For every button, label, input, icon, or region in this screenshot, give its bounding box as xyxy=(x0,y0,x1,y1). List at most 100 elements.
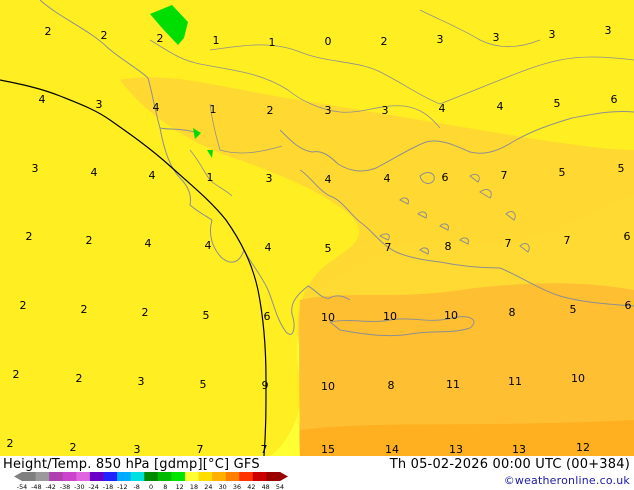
temperature-value: 3 xyxy=(96,98,103,111)
temperature-value: 2 xyxy=(157,32,164,45)
temperature-value: 2 xyxy=(7,437,14,450)
temperature-value: 3 xyxy=(32,162,39,175)
temperature-value: 3 xyxy=(382,104,389,117)
temperature-value: 7 xyxy=(261,443,268,456)
temperature-value: 13 xyxy=(512,443,526,456)
temperature-value: 4 xyxy=(497,100,504,113)
temperature-value: 6 xyxy=(442,171,449,184)
legend-tick-label: -12 xyxy=(117,483,127,490)
legend-swatch xyxy=(198,472,213,481)
legend-tick-label: -8 xyxy=(133,483,139,490)
temperature-value: 8 xyxy=(445,240,452,253)
temperature-value: 3 xyxy=(437,33,444,46)
temperature-value: 5 xyxy=(618,162,625,175)
temperature-value: 2 xyxy=(86,234,93,247)
temperature-value: 6 xyxy=(625,299,632,312)
temperature-value: 11 xyxy=(508,375,522,388)
temperature-value: 5 xyxy=(200,378,207,391)
legend-tick-label: 12 xyxy=(176,483,184,490)
temperature-value: 10 xyxy=(383,310,397,323)
temperature-value: 10 xyxy=(444,309,458,322)
temperature-value: 11 xyxy=(446,378,460,391)
temperature-value: 7 xyxy=(505,237,512,250)
legend-swatch xyxy=(22,472,37,481)
legend-swatch xyxy=(171,472,186,481)
temperature-value: 4 xyxy=(39,93,46,106)
temperature-value: 8 xyxy=(388,379,395,392)
legend-swatch xyxy=(103,472,118,481)
legend-tick-label: 0 xyxy=(149,483,153,490)
temperature-value: 2 xyxy=(26,230,33,243)
temperature-value: 4 xyxy=(384,172,391,185)
temperature-value: 13 xyxy=(449,443,463,456)
temperature-value: 7 xyxy=(564,234,571,247)
temperature-value: 8 xyxy=(509,306,516,319)
temperature-value: 15 xyxy=(321,443,335,456)
temperature-value: 0 xyxy=(325,35,332,48)
legend-swatch xyxy=(157,472,172,481)
temperature-value: 6 xyxy=(624,230,631,243)
legend-swatch xyxy=(266,472,281,481)
temperature-value: 4 xyxy=(153,101,160,114)
legend-swatch xyxy=(239,472,254,481)
temperature-value: 6 xyxy=(611,93,618,106)
valid-time: Th 05-02-2026 00:00 UTC (00+384) xyxy=(389,457,630,472)
legend-tick-label: 18 xyxy=(190,483,198,490)
temperature-value: 12 xyxy=(576,441,590,454)
legend-tick-label: -48 xyxy=(31,483,41,490)
temperature-value: 2 xyxy=(267,104,274,117)
temperature-value: 7 xyxy=(197,443,204,456)
temperature-value: 1 xyxy=(269,36,276,49)
legend-tick-label: -24 xyxy=(88,483,98,490)
temperature-value: 1 xyxy=(207,171,214,184)
legend-tick-label: -42 xyxy=(45,483,55,490)
temperature-value: 3 xyxy=(325,104,332,117)
legend-tick-label: 30 xyxy=(219,483,227,490)
temperature-value: 1 xyxy=(213,34,220,47)
legend-swatch xyxy=(144,472,159,481)
temperature-value: 2 xyxy=(81,303,88,316)
temperature-value: 5 xyxy=(570,303,577,316)
legend-tick-label: -38 xyxy=(60,483,70,490)
temperature-value: 4 xyxy=(325,173,332,186)
temperature-value: 10 xyxy=(321,311,335,324)
legend-tick-label: 8 xyxy=(163,483,167,490)
map-title: Height/Temp. 850 hPa [gdmp][°C] GFS xyxy=(3,457,260,472)
legend-arrow-left xyxy=(14,472,22,481)
legend-swatch xyxy=(252,472,267,481)
temperature-value: 2 xyxy=(381,35,388,48)
temperature-value: 4 xyxy=(149,169,156,182)
temperature-value: 7 xyxy=(385,241,392,254)
legend-tick-label: 42 xyxy=(247,483,255,490)
temperature-value: 1 xyxy=(210,103,217,116)
legend-swatch xyxy=(49,472,64,481)
temperature-value: 2 xyxy=(101,29,108,42)
temperature-value: 2 xyxy=(13,368,20,381)
legend-swatch xyxy=(35,472,50,481)
temperature-value: 10 xyxy=(571,372,585,385)
temperature-value: 7 xyxy=(501,169,508,182)
temperature-value: 5 xyxy=(325,242,332,255)
color-scale-legend: -54 -48 -42 -38 -30 -24 -18 -12 -8 0 8 12 18 24 30 36 42… xyxy=(14,472,288,490)
legend-swatch xyxy=(184,472,200,481)
temperature-value: 2 xyxy=(142,306,149,319)
weather-map-view: 2221102333343412334456344134467552244457… xyxy=(0,0,634,490)
legend-swatch xyxy=(117,472,132,481)
temperature-value: 3 xyxy=(138,375,145,388)
temperature-map: 2 2 2 1 1 0 2 3 3 3 34 3 4 1 2 3 3 4 4 5 63 4 4 1 3 4 4 6 7 5 52 2 4 4 4 5 7… xyxy=(0,0,634,456)
temperature-value: 3 xyxy=(134,443,141,456)
legend-swatch xyxy=(76,472,91,481)
temperature-value: 9 xyxy=(262,379,269,392)
legend-tick-label: 24 xyxy=(204,483,212,490)
temperature-value: 2 xyxy=(20,299,27,312)
temperature-value: 6 xyxy=(264,310,271,323)
legend-swatch xyxy=(225,472,240,481)
temperature-value: 2 xyxy=(76,372,83,385)
legend-tick-label: -30 xyxy=(74,483,84,490)
legend-swatch xyxy=(130,472,145,481)
credit-link[interactable]: ©weatheronline.co.uk xyxy=(504,474,630,487)
legend-tick-label: 54 xyxy=(276,483,284,490)
temperature-value: 2 xyxy=(70,441,77,454)
temperature-value: 5 xyxy=(554,97,561,110)
temperature-value: 4 xyxy=(265,241,272,254)
